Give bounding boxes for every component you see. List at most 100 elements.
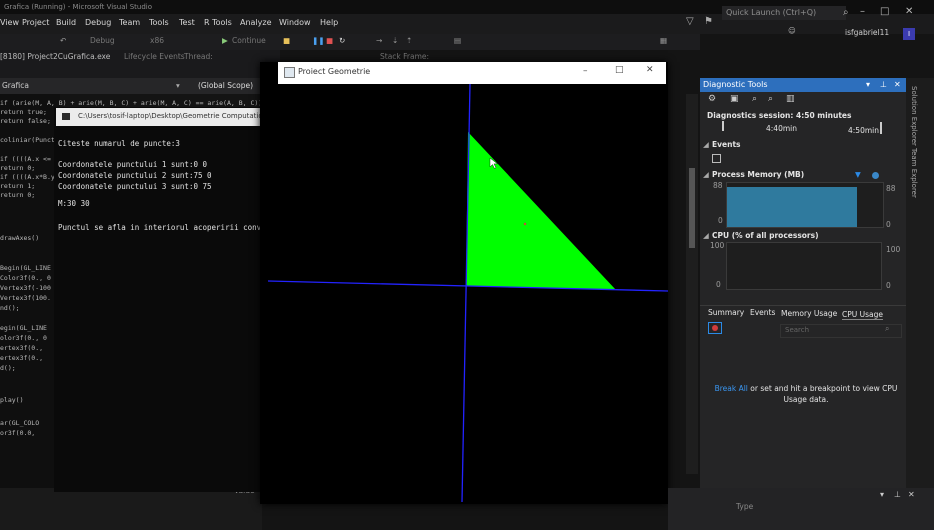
opengl-canvas[interactable]	[268, 84, 668, 504]
chevron-down-icon[interactable]: ◢	[703, 140, 709, 149]
menu-window[interactable]: Window	[279, 18, 311, 27]
search-icon[interactable]: ⌕	[843, 7, 849, 18]
chevron-down-icon[interactable]: ▾	[176, 81, 180, 90]
undo-icon[interactable]: ↶	[60, 36, 66, 45]
zoom-in-icon[interactable]: ⌕	[752, 94, 757, 104]
divider	[700, 305, 906, 306]
menu-help[interactable]: Help	[320, 18, 338, 27]
code-line: Vertex3f(100.	[0, 294, 51, 302]
step-into-icon[interactable]: ⇣	[392, 36, 398, 45]
feedback-icon[interactable]: ☺	[788, 26, 796, 35]
menu-tools[interactable]: Tools	[149, 18, 169, 27]
cpu-graph[interactable]	[726, 242, 882, 290]
tab-memory-usage[interactable]: Memory Usage	[781, 309, 837, 318]
tab-cpu-usage[interactable]: CPU Usage	[842, 310, 884, 320]
console-icon	[62, 113, 70, 120]
process-dropdown[interactable]: [8180] Project2CuGrafica.exe	[0, 52, 110, 61]
session-label: Diagnostics session: 4:50 minutes	[707, 111, 852, 120]
avatar[interactable]: I	[903, 28, 915, 40]
menu-debug[interactable]: Debug	[85, 18, 111, 27]
step-over-icon[interactable]: →	[376, 36, 382, 45]
config-dropdown[interactable]: Debug	[90, 36, 115, 45]
menu-view[interactable]: View	[0, 18, 19, 27]
cpu-usage-hint-text: or set and hit a breakpoint to view CPU …	[747, 384, 898, 404]
console-line: Citeste numarul de puncte:3	[58, 139, 180, 148]
code-line: Vertex3f(-100	[0, 284, 51, 292]
minimize-icon[interactable]: –	[583, 66, 588, 76]
reset-zoom-icon[interactable]: ▥	[786, 94, 795, 104]
platform-dropdown[interactable]: x86	[150, 36, 164, 45]
timeline-t2: 4:50min	[848, 126, 879, 135]
timeline-marker-end[interactable]	[880, 122, 882, 134]
file-dropdown[interactable]: Grafica	[2, 81, 29, 90]
tab-summary[interactable]: Summary	[708, 308, 744, 317]
menu-test[interactable]: Test	[179, 18, 195, 27]
y-axis-line	[461, 84, 471, 503]
step-out-icon[interactable]: ⇡	[406, 36, 412, 45]
continue-icon[interactable]: ▶	[222, 36, 228, 45]
stop-icon[interactable]: ■	[326, 36, 333, 45]
search-input[interactable]: Search ⌕	[780, 324, 902, 338]
notification-flag-icon[interactable]: ⚑	[704, 16, 713, 27]
type-column-header: Type	[736, 502, 754, 511]
diagnostic-tools-header[interactable]: Diagnostic Tools ▾ ⊥ ✕	[700, 78, 906, 92]
editor-scrollbar[interactable]	[686, 94, 698, 474]
close-icon[interactable]: ✕	[894, 78, 901, 92]
console-title-bar[interactable]: C:\Users\tosif-laptop\Desktop\Geometrie …	[56, 108, 282, 126]
settings-icon[interactable]: ⚙	[708, 94, 716, 104]
lifecycle-events-dropdown[interactable]: Lifecycle Events	[124, 52, 185, 61]
hex-icon[interactable]: ▤	[454, 36, 461, 45]
comment-icon[interactable]: ▦	[660, 36, 667, 45]
chevron-down-icon[interactable]: ◢	[703, 231, 709, 240]
code-line: Begin(GL_LINE	[0, 264, 51, 272]
menu-analyze[interactable]: Analyze	[240, 18, 272, 27]
code-editor[interactable]: if (arie(M, A, B) + arie(M, B, C) + arie…	[0, 94, 262, 490]
close-icon[interactable]: ✕	[646, 65, 654, 75]
search-icon[interactable]: ⌕	[885, 324, 889, 334]
pause-icon[interactable]: ❚❚	[312, 36, 325, 45]
quick-launch-input[interactable]: Quick Launch (Ctrl+Q)	[722, 6, 846, 20]
filter-icon[interactable]: ▽	[686, 16, 694, 27]
menu-team[interactable]: Team	[119, 18, 140, 27]
code-line: return true;	[0, 108, 47, 116]
code-line: play()	[0, 396, 24, 404]
code-line: return false;	[0, 117, 51, 125]
code-line: return 0;	[0, 191, 36, 199]
stack-frame-label: Stack Frame:	[380, 52, 430, 61]
snapshot-icon[interactable]	[872, 172, 879, 179]
close-icon[interactable]: ✕	[905, 6, 913, 17]
solution-explorer-tab[interactable]: Solution Explorer	[910, 86, 918, 146]
restart-icon[interactable]: ↻	[339, 36, 345, 45]
minimize-icon[interactable]: –	[860, 6, 865, 17]
timeline-marker-start[interactable]	[722, 121, 724, 131]
filter-icon[interactable]: ▼	[855, 170, 861, 179]
menu-rtools[interactable]: R Tools	[204, 18, 232, 27]
user-name[interactable]: isfgabriel11	[845, 28, 889, 37]
tab-events[interactable]: Events	[750, 308, 775, 317]
export-icon[interactable]: ▣	[730, 94, 739, 104]
memory-graph[interactable]	[726, 182, 884, 228]
browser-icon[interactable]: ■	[283, 36, 290, 45]
diagnostic-tools-title: Diagnostic Tools	[703, 80, 768, 89]
pin-icon[interactable]: ⊥	[894, 490, 901, 499]
chevron-down-icon[interactable]: ▾	[866, 78, 870, 92]
menu-project[interactable]: Project	[22, 18, 49, 27]
continue-button[interactable]: Continue	[232, 36, 266, 45]
menu-build[interactable]: Build	[56, 18, 76, 27]
close-icon[interactable]: ✕	[908, 490, 915, 499]
pin-icon[interactable]: ⊥	[880, 78, 887, 92]
team-explorer-tab[interactable]: Team Explorer	[910, 148, 918, 198]
scrollbar-thumb[interactable]	[689, 168, 695, 248]
chevron-down-icon[interactable]: ◢	[703, 170, 709, 179]
zoom-out-icon[interactable]: ⌕	[768, 94, 773, 104]
cpu-axis-max-right: 100	[886, 245, 901, 254]
scope-dropdown[interactable]: (Global Scope)	[198, 81, 253, 90]
break-all-link[interactable]: Break All	[715, 384, 748, 393]
glut-title-bar[interactable]: Proiect Geometrie – □ ✕	[278, 62, 666, 84]
code-line: d();	[0, 364, 16, 372]
chevron-down-icon[interactable]: ▾	[880, 490, 884, 499]
maximize-icon[interactable]: □	[880, 6, 889, 17]
debug-location-toolbar: [8180] Project2CuGrafica.exe Lifecycle E…	[0, 50, 429, 78]
record-profile-button[interactable]	[708, 322, 722, 334]
maximize-icon[interactable]: □	[615, 65, 624, 75]
